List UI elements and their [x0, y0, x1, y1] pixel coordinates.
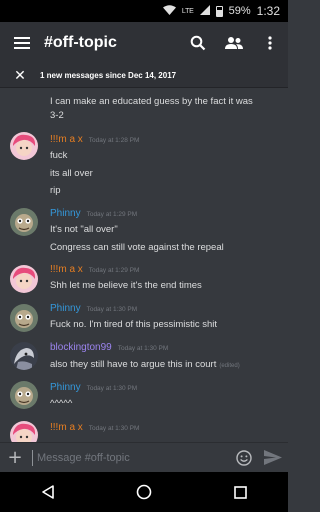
message-header: Phinny Today at 1:30 PM — [50, 303, 137, 314]
timestamp: Today at 1:29 PM — [88, 267, 140, 274]
wifi-icon — [162, 4, 176, 18]
message-text: its all over — [50, 168, 93, 179]
timestamp: Today at 1:29 PM — [86, 211, 138, 218]
send-icon[interactable] — [258, 443, 288, 473]
clock: 1:32 — [256, 4, 280, 18]
message-text: Shh let me believe it's the end times — [50, 280, 202, 291]
message-list[interactable]: I can make an educated guess by the fact… — [0, 88, 288, 442]
hamburger-menu-icon[interactable] — [0, 22, 44, 64]
timestamp: Today at 1:30 PM — [86, 306, 138, 313]
message-input[interactable]: Message #off-topic — [32, 449, 230, 466]
avatar[interactable] — [10, 132, 38, 160]
message-header: Phinny Today at 1:29 PM — [50, 208, 137, 219]
recents-icon[interactable] — [210, 472, 270, 512]
new-messages-bar: ✕ 1 new messages since Dec 14, 2017 — [0, 64, 288, 88]
message-text: rip — [50, 185, 61, 196]
timestamp: Today at 1:30 PM — [117, 345, 169, 352]
message-text: Congress can still vote against the repe… — [50, 242, 224, 253]
avatar[interactable] — [10, 381, 38, 409]
avatar[interactable] — [10, 265, 38, 293]
message-composer: + Message #off-topic — [0, 442, 288, 472]
message-text: I can make an educated guess by the fact… — [50, 96, 253, 107]
message-header: !!!m a x Today at 1:28 PM — [50, 134, 139, 145]
app-bar: #off-topic — [0, 22, 288, 64]
search-icon[interactable] — [180, 22, 216, 64]
timestamp: Today at 1:28 PM — [88, 137, 140, 144]
new-messages-text[interactable]: 1 new messages since Dec 14, 2017 — [40, 71, 176, 80]
message-header: !!!m a x Today at 1:29 PM — [50, 264, 139, 275]
status-bar: LTE 59% 1:32 — [0, 0, 288, 22]
timestamp: Today at 1:30 PM — [88, 425, 140, 432]
avatar[interactable] — [10, 304, 38, 332]
home-icon[interactable] — [114, 472, 174, 512]
add-attachment-icon[interactable]: + — [0, 443, 30, 473]
avatar[interactable] — [10, 421, 38, 442]
message-text: It's not "all over" — [50, 224, 118, 235]
message-text: 3-2 — [50, 110, 64, 121]
emoji-icon[interactable] — [230, 443, 258, 473]
signal-icon — [199, 2, 210, 20]
battery-icon — [215, 5, 223, 17]
message-header: !!!m a x Today at 1:30 PM — [50, 422, 139, 433]
message-text: ^^^^^ — [50, 398, 73, 409]
battery-percent: 59% — [228, 5, 251, 17]
username[interactable]: !!!m a x — [50, 422, 83, 433]
network-type: LTE — [181, 7, 194, 15]
channel-title: #off-topic — [44, 34, 117, 51]
avatar[interactable] — [10, 208, 38, 236]
username[interactable]: Phinny — [50, 208, 81, 219]
username[interactable]: !!!m a x — [50, 264, 83, 275]
message-text: also they still have to argue this in co… — [50, 359, 240, 370]
message-text: fuck — [50, 150, 68, 161]
username[interactable]: blockington99 — [50, 342, 112, 353]
back-icon[interactable] — [18, 472, 78, 512]
avatar[interactable] — [10, 342, 38, 370]
system-nav-bar — [0, 472, 288, 512]
close-icon[interactable]: ✕ — [0, 64, 40, 88]
timestamp: Today at 1:30 PM — [86, 385, 138, 392]
more-vertical-icon[interactable] — [252, 22, 288, 64]
message-header: Phinny Today at 1:30 PM — [50, 382, 137, 393]
edited-label: (edited) — [219, 363, 240, 369]
username[interactable]: Phinny — [50, 382, 81, 393]
username[interactable]: Phinny — [50, 303, 81, 314]
username[interactable]: !!!m a x — [50, 134, 83, 145]
message-header: blockington99 Today at 1:30 PM — [50, 342, 168, 353]
members-icon[interactable] — [216, 22, 252, 64]
message-text: Fuck no. I'm tired of this pessimistic s… — [50, 319, 218, 330]
